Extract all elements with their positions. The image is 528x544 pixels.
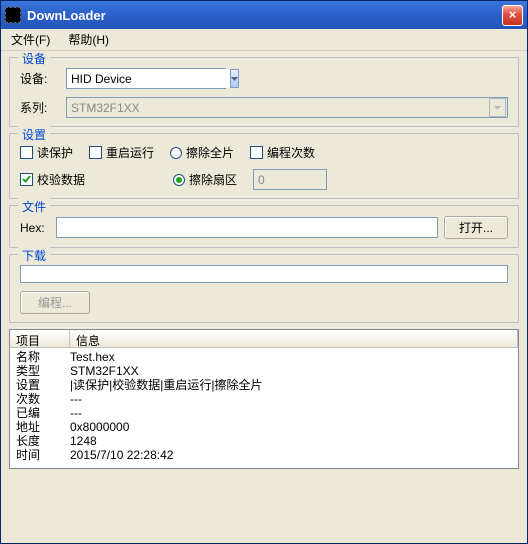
close-button[interactable]: × <box>502 5 523 26</box>
radio-erase-all[interactable]: 擦除全片 <box>170 144 234 161</box>
device-select[interactable] <box>66 68 226 89</box>
device-select-input[interactable] <box>67 69 230 88</box>
menu-help[interactable]: 帮助(H) <box>64 29 113 50</box>
table-row[interactable]: 长度1248 <box>10 434 518 448</box>
info-key: 设置 <box>16 378 70 392</box>
window-title: DownLoader <box>27 8 502 23</box>
info-value: STM32F1XX <box>70 364 512 378</box>
info-key: 名称 <box>16 350 70 364</box>
radio-erase-sector[interactable]: 擦除扇区 <box>173 171 237 188</box>
info-header-info[interactable]: 信息 <box>70 330 518 347</box>
group-file-title: 文件 <box>18 198 50 215</box>
table-row[interactable]: 设置|读保护|校验数据|重启运行|擦除全片 <box>10 378 518 392</box>
info-value: 0x8000000 <box>70 420 512 434</box>
group-download: 下载 编程... <box>9 254 519 323</box>
hex-path-input[interactable] <box>56 217 438 238</box>
info-value: 1248 <box>70 434 512 448</box>
chevron-down-icon <box>489 98 506 117</box>
info-value: Test.hex <box>70 350 512 364</box>
chevron-down-icon[interactable] <box>230 69 239 88</box>
info-key: 已编 <box>16 406 70 420</box>
table-row[interactable]: 名称Test.hex <box>10 350 518 364</box>
info-header-item[interactable]: 项目 <box>10 330 70 347</box>
checkbox-read-protect[interactable]: 读保护 <box>20 144 73 161</box>
content-area: 设备 设备: 系列: <box>1 51 527 543</box>
info-value: |读保护|校验数据|重启运行|擦除全片 <box>70 378 512 392</box>
device-label: 设备: <box>20 70 60 87</box>
menu-file[interactable]: 文件(F) <box>7 29 54 50</box>
checkbox-prog-count[interactable]: 编程次数 <box>250 144 315 161</box>
table-row[interactable]: 类型STM32F1XX <box>10 364 518 378</box>
table-row[interactable]: 时间2015/7/10 22:28:42 <box>10 448 518 462</box>
series-select <box>66 97 508 118</box>
info-key: 长度 <box>16 434 70 448</box>
info-key: 时间 <box>16 448 70 462</box>
info-table-body: 名称Test.hex类型STM32F1XX设置|读保护|校验数据|重启运行|擦除… <box>10 348 518 468</box>
group-settings-title: 设置 <box>18 126 50 143</box>
table-row[interactable]: 地址0x8000000 <box>10 420 518 434</box>
series-label: 系列: <box>20 99 60 116</box>
app-window: DownLoader × 文件(F) 帮助(H) 设备 设备: 系列: <box>0 0 528 544</box>
info-key: 类型 <box>16 364 70 378</box>
group-file: 文件 Hex: 打开... <box>9 205 519 248</box>
program-button[interactable]: 编程... <box>20 291 90 314</box>
hex-label: Hex: <box>20 221 50 235</box>
info-key: 次数 <box>16 392 70 406</box>
table-row[interactable]: 已编--- <box>10 406 518 420</box>
info-value: 2015/7/10 22:28:42 <box>70 448 512 462</box>
open-button[interactable]: 打开... <box>444 216 508 239</box>
checkbox-verify-data[interactable]: 校验数据 <box>20 171 85 188</box>
group-device: 设备 设备: 系列: <box>9 57 519 127</box>
checkbox-restart-run[interactable]: 重启运行 <box>89 144 154 161</box>
app-icon <box>5 7 21 23</box>
info-key: 地址 <box>16 420 70 434</box>
prog-count-input <box>253 169 327 190</box>
group-device-title: 设备 <box>18 51 50 67</box>
info-value: --- <box>70 406 512 420</box>
info-value: --- <box>70 392 512 406</box>
progress-bar <box>20 265 508 283</box>
group-settings: 设置 读保护 重启运行 擦除全片 编程次数 校验数据 擦除扇区 <box>9 133 519 199</box>
info-table-header: 项目 信息 <box>10 330 518 348</box>
menubar: 文件(F) 帮助(H) <box>1 29 527 51</box>
table-row[interactable]: 次数--- <box>10 392 518 406</box>
series-select-input <box>67 98 489 117</box>
group-download-title: 下载 <box>18 247 50 264</box>
titlebar: DownLoader × <box>1 1 527 29</box>
info-table: 项目 信息 名称Test.hex类型STM32F1XX设置|读保护|校验数据|重… <box>9 329 519 469</box>
